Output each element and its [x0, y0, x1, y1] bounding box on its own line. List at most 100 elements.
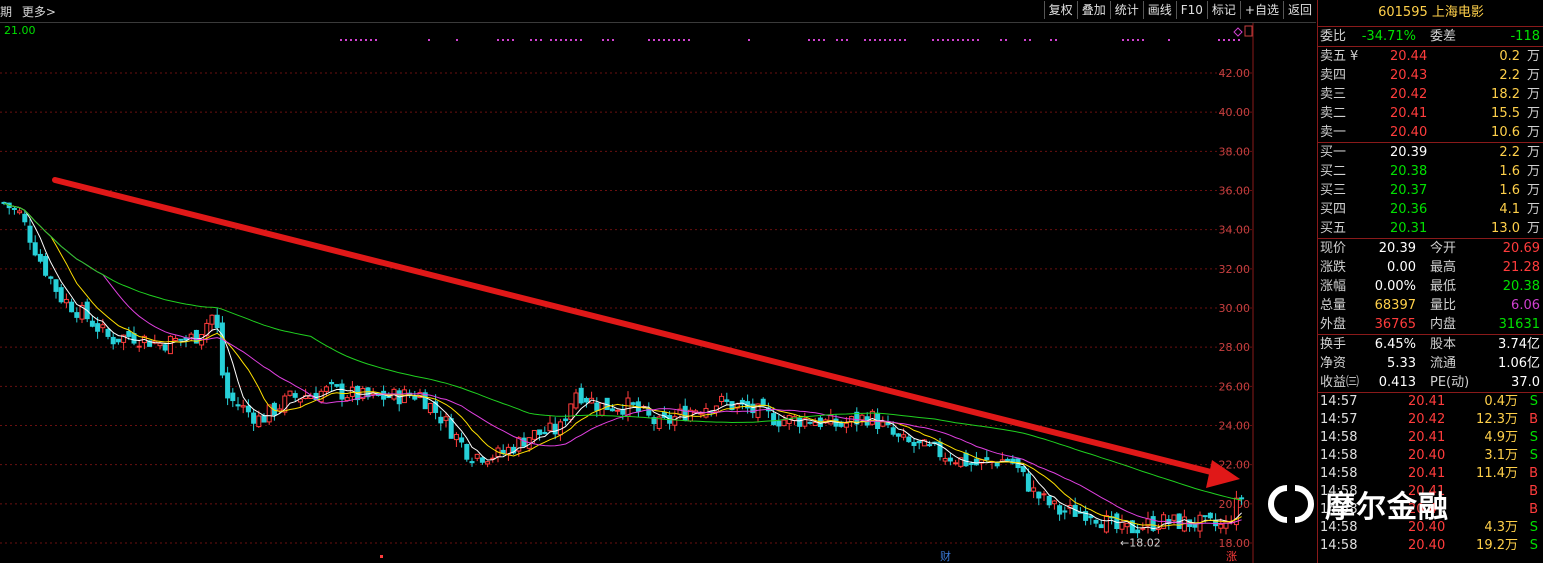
- bid-volume: 1.6: [1499, 183, 1520, 198]
- add-watchlist-button[interactable]: +自选: [1239, 1, 1283, 19]
- bid-row[interactable]: 买二 20.38 1.6 万: [1318, 162, 1543, 181]
- bid-row[interactable]: 买五 20.31 13.0 万: [1318, 219, 1543, 238]
- candle-body: [724, 399, 730, 402]
- candle-body: [1239, 497, 1245, 500]
- candle-body: [287, 390, 293, 396]
- signal-dot: [748, 39, 750, 41]
- candle-body: [890, 427, 896, 435]
- unit-label: 万: [1526, 106, 1540, 121]
- y-tick-label: 40.00: [1219, 106, 1251, 119]
- signal-dot: [818, 39, 820, 41]
- tick-row: 14:57 20.42 12.3万 B: [1318, 411, 1543, 429]
- ask-row[interactable]: 卖二 20.41 15.5 万: [1318, 104, 1543, 123]
- kline-chart[interactable]: 21.00 42.00 40.00 38.00 36.00 34.00 32.00 30.00…: [0, 23, 1316, 563]
- candle-body: [339, 383, 345, 400]
- panel-toggle-icon[interactable]: [1244, 25, 1253, 37]
- signal-dot: [1024, 39, 1026, 41]
- signal-dot: [497, 39, 499, 41]
- signal-dot: [864, 39, 866, 41]
- ask-row[interactable]: 卖五 20.44 0.2 万 ¥: [1318, 47, 1543, 66]
- diamond-icon[interactable]: [1233, 27, 1243, 37]
- signal-dot: [1238, 39, 1240, 41]
- signal-dot: [1228, 39, 1230, 41]
- candle-body: [927, 444, 933, 447]
- candle-body: [245, 405, 251, 413]
- signal-dot: [550, 39, 552, 41]
- tick-direction: B: [1529, 466, 1538, 481]
- kline-svg[interactable]: 21.00 42.00 40.00 38.00 36.00 34.00 32.00 30.00…: [0, 23, 1316, 563]
- ask-row[interactable]: 卖四 20.43 2.2 万: [1318, 66, 1543, 85]
- restore-right-button[interactable]: 复权: [1043, 1, 1077, 19]
- candle-body: [110, 336, 116, 345]
- candle-body: [1062, 510, 1068, 513]
- stat-label: 今开: [1430, 241, 1457, 256]
- overlay-button[interactable]: 叠加: [1076, 1, 1110, 19]
- ask-volume: 18.2: [1491, 87, 1520, 102]
- low-price-label: ←18.02: [1120, 537, 1161, 550]
- tick-time: 14:58: [1320, 448, 1358, 463]
- signal-dot: [502, 39, 504, 41]
- tick-row: 14:58 20.40 19.2万 S: [1318, 537, 1543, 555]
- candle-body: [329, 381, 335, 385]
- bid-price: 20.36: [1390, 202, 1428, 217]
- f10-button[interactable]: F10: [1175, 1, 1207, 19]
- candle-body: [292, 393, 298, 398]
- y-tick-label: 38.00: [1219, 145, 1251, 158]
- bid-row[interactable]: 买四 20.36 4.1 万: [1318, 200, 1543, 219]
- candle-body: [1088, 515, 1094, 519]
- signal-dot: [570, 39, 572, 41]
- y-tick-label: 28.00: [1219, 341, 1251, 354]
- unit-label: 万: [1526, 202, 1540, 217]
- signal-dot: [884, 39, 886, 41]
- candle-body: [453, 433, 459, 441]
- candle-body: [812, 421, 818, 427]
- candle-body: [781, 419, 787, 427]
- candle-body: [89, 320, 95, 327]
- tick-direction: B: [1529, 484, 1538, 499]
- candle-body: [1057, 505, 1063, 515]
- y-tick-label: 24.00: [1219, 420, 1251, 433]
- candle-body: [620, 409, 626, 415]
- tick-row: 14:58 20.40 3.1万 S: [1318, 447, 1543, 465]
- stat-value: 6.06: [1511, 298, 1540, 313]
- candle-body: [323, 386, 329, 392]
- wei-bi-row: 委比 -34.71% 委差 -118: [1318, 27, 1543, 46]
- candle-body: [895, 433, 901, 437]
- unit-label: 万: [1526, 145, 1540, 160]
- draw-line-button[interactable]: 画线: [1142, 1, 1176, 19]
- tick-time: 14:58: [1320, 538, 1358, 553]
- signal-dot: [1005, 39, 1007, 41]
- tick-direction: S: [1529, 448, 1538, 463]
- candle-body: [1103, 515, 1109, 533]
- ask-row[interactable]: 卖一 20.40 10.6 万: [1318, 123, 1543, 142]
- candle-body: [682, 405, 688, 421]
- candle-body: [906, 436, 912, 443]
- statistics-button[interactable]: 统计: [1109, 1, 1143, 19]
- event-mark-rise[interactable]: 涨: [1226, 550, 1237, 563]
- y-tick-label: 18.00: [1219, 537, 1251, 550]
- wei-cha-label: 委差: [1430, 29, 1457, 44]
- bid-row[interactable]: 买三 20.37 1.6 万: [1318, 181, 1543, 200]
- candle-body: [63, 298, 69, 304]
- candle-body: [1098, 524, 1104, 529]
- stat-value: 5.33: [1387, 356, 1416, 371]
- stat-label: 流通: [1430, 356, 1457, 371]
- ask-row[interactable]: 卖三 20.42 18.2 万: [1318, 85, 1543, 104]
- mark-button[interactable]: 标记: [1206, 1, 1240, 19]
- watermark-logo-icon: [1268, 485, 1314, 523]
- candle-body: [942, 458, 948, 462]
- signal-dot: [653, 39, 655, 41]
- signal-dot: [370, 39, 372, 41]
- stat-label: 收益㈢: [1320, 375, 1360, 390]
- signal-dot: [1233, 39, 1235, 41]
- candle-body: [100, 324, 106, 329]
- stock-title[interactable]: 601595 上海电影: [1318, 0, 1543, 27]
- signal-dot: [813, 39, 815, 41]
- back-button[interactable]: 返回: [1282, 1, 1316, 19]
- signal-dot: [932, 39, 934, 41]
- more-button[interactable]: 更多>: [22, 5, 56, 19]
- event-mark-finance[interactable]: 财: [940, 549, 951, 563]
- period-label[interactable]: 期: [0, 5, 12, 19]
- bid-row[interactable]: 买一 20.39 2.2 万: [1318, 143, 1543, 162]
- signal-dot: [683, 39, 685, 41]
